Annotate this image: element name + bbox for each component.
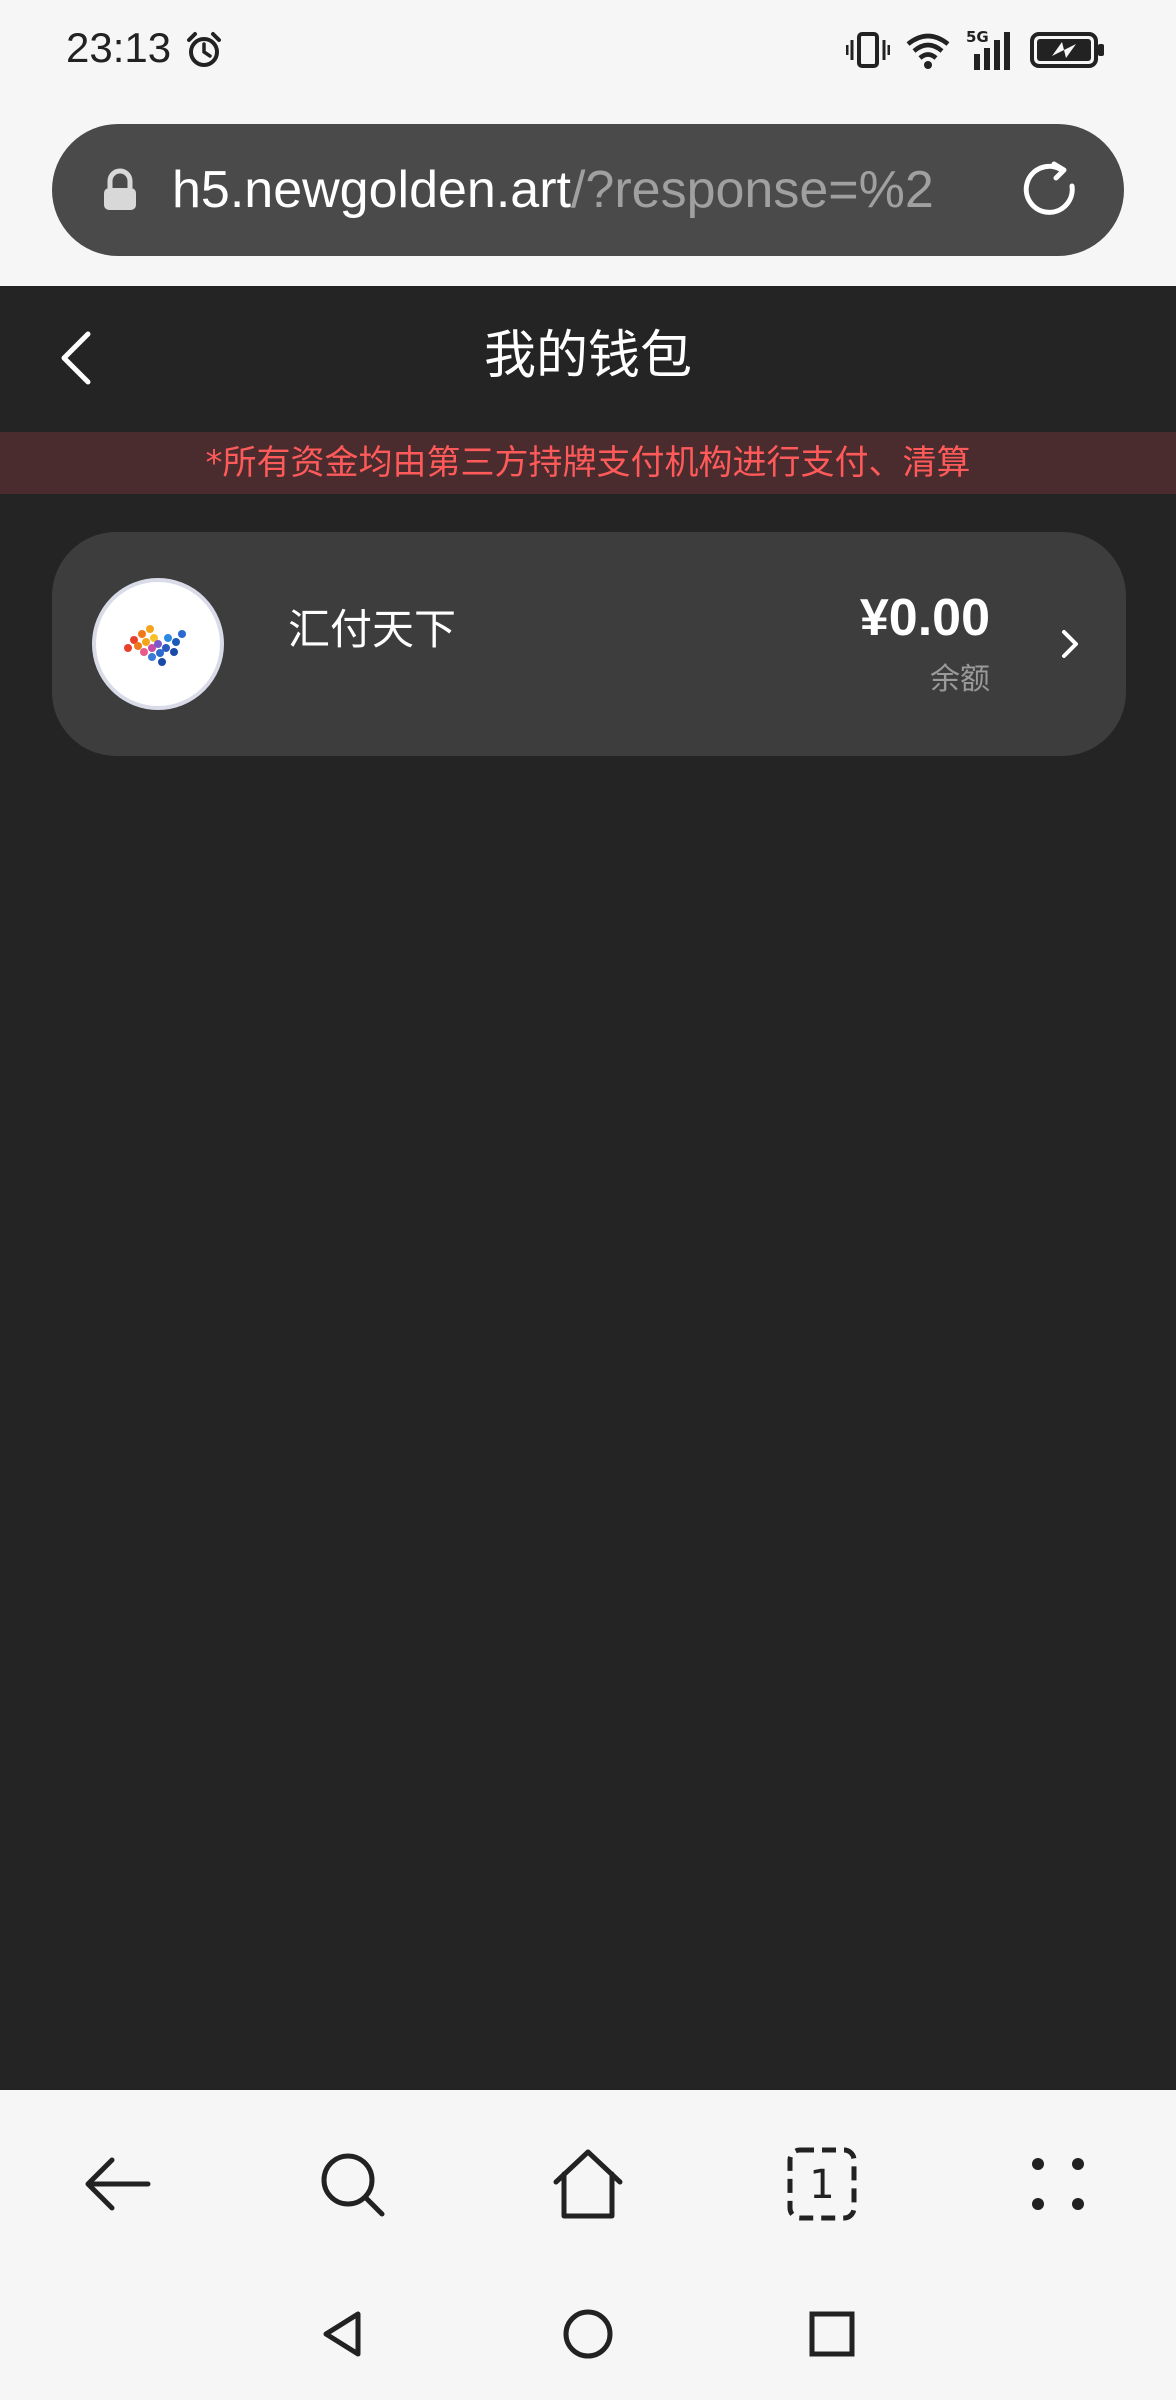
chevron-right-icon [1062,630,1078,658]
lock-icon[interactable] [100,168,140,212]
system-recents-icon[interactable] [804,2306,860,2362]
url-text[interactable]: h5.newgolden.art/?response=%2 [172,154,1012,226]
system-nav-bar [0,2270,1176,2400]
vibrate-icon [846,32,890,68]
cellular-signal-icon: 5G [966,28,1010,70]
address-bar[interactable]: h5.newgolden.art/?response=%2 [52,124,1124,256]
tabs-icon[interactable]: 1 [782,2144,862,2224]
funds-notice-banner: *所有资金均由第三方持牌支付机构进行支付、清算 [0,432,1176,494]
status-icons: 5G [846,28,1106,72]
balance-label: 余额 [930,662,990,697]
provider-logo [92,578,224,710]
reload-icon[interactable] [1018,158,1082,222]
system-home-icon[interactable] [560,2306,616,2362]
browser-bottom-nav: 1 [0,2090,1176,2270]
app-header: 我的钱包 [0,286,1176,432]
page-title: 我的钱包 [483,326,692,386]
battery-charging-icon [1030,32,1104,68]
status-time: 23:13 [66,24,172,71]
more-options-icon[interactable] [1018,2144,1098,2224]
url-domain: h5.newgolden.art [172,161,571,219]
status-bar: 23:13 5G [0,0,1176,96]
wifi-icon [906,33,950,69]
back-arrow-icon[interactable] [56,328,96,388]
provider-name: 汇付天下 [288,605,457,654]
wallet-provider-card[interactable]: 汇付天下 ¥0.00 余额 [52,532,1126,756]
network-type-label: 5G [966,28,989,46]
search-icon[interactable] [312,2144,392,2224]
alarm-icon [187,32,221,67]
system-back-icon[interactable] [314,2306,370,2362]
balance-amount: ¥0.00 [859,589,990,647]
url-path: /?response=%2 [570,161,934,219]
home-icon[interactable] [548,2144,628,2224]
browser-address-area: h5.newgolden.art/?response=%2 [0,96,1176,286]
provider-logo-icon [124,625,186,666]
browser-back-icon[interactable] [78,2144,158,2224]
tabs-count: 1 [809,2162,834,2208]
